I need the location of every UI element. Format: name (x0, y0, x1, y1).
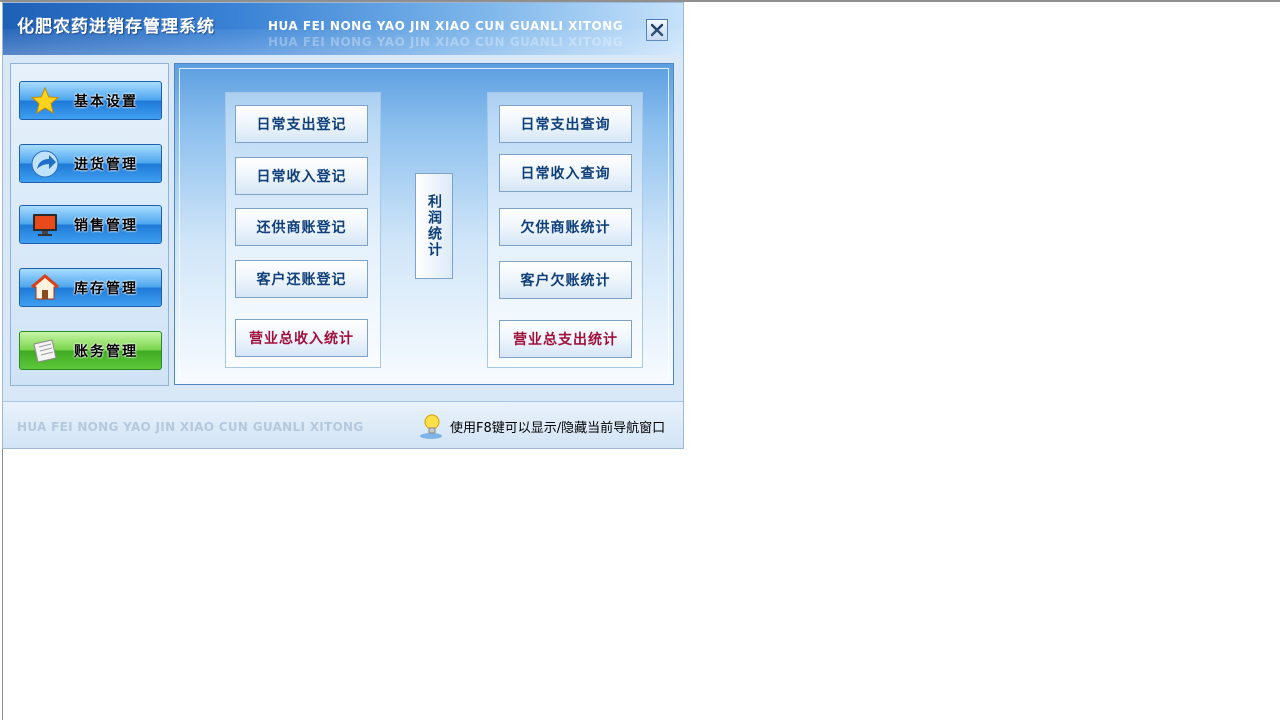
monitor-icon (28, 208, 62, 242)
house-icon (28, 271, 62, 305)
daily-income-query-button[interactable]: 日常收入查询 (499, 154, 632, 192)
footer-watermark: HUA FEI NONG YAO JIN XIAO CUN GUANLI XIT… (17, 420, 364, 434)
title-bar[interactable]: 化肥农药进销存管理系统 化肥农药进销存管理系统 HUA FEI NONG YAO… (3, 3, 683, 55)
function-panel: 日常支出登记 日常收入登记 还供商账登记 客户还账登记 营业总收入统计 利润统计… (174, 63, 674, 385)
daily-expense-entry-button[interactable]: 日常支出登记 (235, 105, 368, 143)
navigation-window: 化肥农药进销存管理系统 化肥农药进销存管理系统 HUA FEI NONG YAO… (2, 2, 684, 449)
nav-label: 账务管理 (74, 343, 138, 360)
nav-accounting-button[interactable]: 账务管理 (19, 331, 162, 370)
nav-purchase-button[interactable]: 进货管理 (19, 144, 162, 183)
total-expense-stats-button[interactable]: 营业总支出统计 (499, 320, 632, 358)
window-title-reflection: 化肥农药进销存管理系统 (17, 18, 215, 30)
hint-text: 使用F8键可以显示/隐藏当前导航窗口 (450, 420, 666, 436)
nav-label: 进货管理 (74, 156, 138, 173)
daily-expense-query-button[interactable]: 日常支出查询 (499, 105, 632, 143)
paper-icon (28, 334, 62, 368)
status-bar: HUA FEI NONG YAO JIN XIAO CUN GUANLI XIT… (3, 401, 683, 448)
customer-repay-entry-button[interactable]: 客户还账登记 (235, 260, 368, 298)
profit-stats-button[interactable]: 利润统计 (415, 173, 453, 279)
close-icon (650, 23, 664, 37)
nav-sales-button[interactable]: 销售管理 (19, 205, 162, 244)
window-subtitle-reflection: HUA FEI NONG YAO JIN XIAO CUN GUANLI XIT… (268, 35, 624, 49)
customer-debt-stats-button[interactable]: 客户欠账统计 (499, 261, 632, 299)
supplier-debt-stats-button[interactable]: 欠供商账统计 (499, 208, 632, 246)
nav-label: 销售管理 (74, 217, 138, 234)
nav-label: 基本设置 (74, 93, 138, 110)
window-subtitle: HUA FEI NONG YAO JIN XIAO CUN GUANLI XIT… (268, 19, 624, 33)
lightbulb-icon (420, 414, 442, 439)
main-nav-panel: 基本设置 进货管理 销售管理 库存管理 账务管理 (10, 63, 169, 386)
star-icon (28, 84, 62, 118)
arrow-icon (28, 147, 62, 181)
total-income-stats-button[interactable]: 营业总收入统计 (235, 319, 368, 357)
daily-income-entry-button[interactable]: 日常收入登记 (235, 157, 368, 195)
f8-hint: 使用F8键可以显示/隐藏当前导航窗口 (418, 412, 665, 440)
close-button[interactable] (646, 19, 668, 41)
nav-inventory-button[interactable]: 库存管理 (19, 268, 162, 307)
nav-label: 库存管理 (74, 280, 138, 297)
supplier-repay-entry-button[interactable]: 还供商账登记 (235, 208, 368, 246)
nav-basic-settings-button[interactable]: 基本设置 (19, 81, 162, 120)
